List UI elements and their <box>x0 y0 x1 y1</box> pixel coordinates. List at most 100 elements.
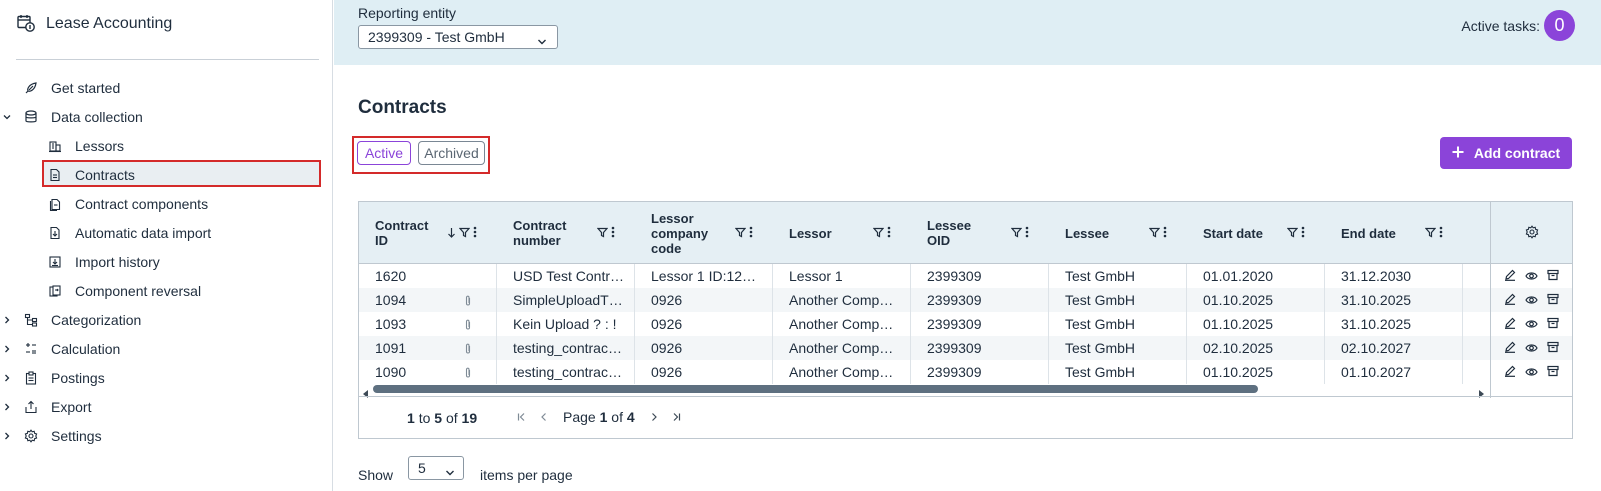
gear-icon[interactable] <box>1525 224 1539 242</box>
chevron-right-icon[interactable] <box>2 431 12 441</box>
view-icon[interactable] <box>1525 268 1538 284</box>
edit-icon[interactable] <box>1504 292 1516 308</box>
import-file-icon <box>47 225 63 241</box>
column-settings[interactable] <box>1491 202 1572 264</box>
sidebar-item-postings[interactable]: Postings <box>0 363 333 392</box>
filter-icon[interactable] <box>872 226 885 241</box>
sidebar-item-import-history[interactable]: Import history <box>0 247 333 276</box>
paperclip-icon <box>464 366 472 382</box>
sidebar-item-categorization[interactable]: Categorization <box>0 305 333 334</box>
app-title[interactable]: Lease Accounting <box>16 12 172 36</box>
first-page-icon[interactable] <box>517 409 527 425</box>
active-tasks[interactable]: Active tasks: 0 <box>1461 10 1575 41</box>
next-page-icon[interactable] <box>649 409 659 425</box>
items-per-page-label: items per page <box>480 467 573 483</box>
sidebar-item-calculation[interactable]: Calculation <box>0 334 333 363</box>
column-menu-icon[interactable] <box>749 226 753 241</box>
edit-icon[interactable] <box>1504 268 1516 284</box>
column-header-contract-id[interactable]: Contract ID <box>359 202 497 264</box>
column-menu-icon[interactable] <box>1025 226 1029 241</box>
sidebar-item-get-started[interactable]: Get started <box>0 73 333 102</box>
sidebar-item-contract-components[interactable]: Contract components <box>0 189 333 218</box>
paperclip-icon <box>464 342 472 358</box>
column-menu-icon[interactable] <box>887 226 891 241</box>
table-row[interactable]: 1093 Kein Upload ? : ! 0926 Another Comp… <box>359 312 1490 336</box>
chevron-down-icon <box>445 464 455 480</box>
edit-icon[interactable] <box>1504 364 1516 380</box>
document-icon <box>47 167 63 183</box>
page-size-select[interactable]: 5 <box>408 456 464 480</box>
column-menu-icon[interactable] <box>1163 226 1167 241</box>
row-actions <box>1491 360 1572 384</box>
add-contract-button[interactable]: Add contract <box>1440 137 1572 169</box>
filter-icon[interactable] <box>734 226 747 241</box>
reporting-entity-select[interactable]: 2399309 - Test GmbH <box>358 25 558 49</box>
last-page-icon[interactable] <box>671 409 681 425</box>
chevron-right-icon[interactable] <box>2 315 12 325</box>
edit-icon[interactable] <box>1504 316 1516 332</box>
chevron-right-icon[interactable] <box>2 373 12 383</box>
filter-active-chip[interactable]: Active <box>357 141 411 165</box>
column-header-lessee[interactable]: Lessee <box>1049 202 1187 264</box>
table-row[interactable]: 1091 testing_contrac… 0926 Another Comp…… <box>359 336 1490 360</box>
column-menu-icon[interactable] <box>1301 226 1305 241</box>
filter-icon[interactable] <box>1148 226 1161 241</box>
archive-icon[interactable] <box>1547 340 1559 356</box>
column-menu-icon[interactable] <box>1439 226 1443 241</box>
horizontal-scrollbar[interactable] <box>359 382 1490 398</box>
components-icon <box>47 196 63 212</box>
sidebar-item-contracts[interactable]: Contracts <box>0 160 333 189</box>
archive-icon[interactable] <box>1547 268 1559 284</box>
sidebar-nav: Get started Data collection Lessors Cont… <box>0 73 333 450</box>
column-header-end-date[interactable]: End date <box>1325 202 1463 264</box>
filter-icon[interactable] <box>596 226 609 241</box>
table-row[interactable]: 1094 SimpleUploadT… 0926 Another Comp… 2… <box>359 288 1490 312</box>
column-header-start-date[interactable]: Start date <box>1187 202 1325 264</box>
archive-icon[interactable] <box>1547 292 1559 308</box>
sidebar-item-lessors[interactable]: Lessors <box>0 131 333 160</box>
sidebar-item-component-reversal[interactable]: Component reversal <box>0 276 333 305</box>
view-icon[interactable] <box>1525 340 1538 356</box>
reversal-icon <box>47 283 63 299</box>
sidebar-item-data-collection[interactable]: Data collection <box>0 102 333 131</box>
row-actions <box>1491 312 1572 336</box>
add-contract-label: Add contract <box>1473 145 1561 161</box>
download-history-icon <box>47 254 63 270</box>
sort-desc-icon[interactable] <box>447 226 456 241</box>
column-menu-icon[interactable] <box>473 226 477 241</box>
row-actions <box>1491 336 1572 360</box>
sidebar-item-settings[interactable]: Settings <box>0 421 333 450</box>
database-icon <box>23 109 39 125</box>
filter-archived-chip[interactable]: Archived <box>418 141 485 165</box>
filter-icon[interactable] <box>1286 226 1299 241</box>
chevron-right-icon[interactable] <box>2 402 12 412</box>
scrollbar-thumb[interactable] <box>373 385 1258 393</box>
archive-icon[interactable] <box>1547 364 1559 380</box>
column-header-lessor[interactable]: Lessor <box>773 202 911 264</box>
chevron-down-icon <box>537 33 547 49</box>
edit-icon[interactable] <box>1504 340 1516 356</box>
column-header-contract-number[interactable]: Contract number <box>497 202 635 264</box>
sidebar-divider <box>16 59 319 60</box>
filter-icon[interactable] <box>1424 226 1437 241</box>
column-header-lessee-oid[interactable]: Lessee OID <box>911 202 1049 264</box>
view-icon[interactable] <box>1525 292 1538 308</box>
sidebar-item-export[interactable]: Export <box>0 392 333 421</box>
archive-icon[interactable] <box>1547 316 1559 332</box>
filter-icon[interactable] <box>458 226 471 241</box>
table-row[interactable]: 1090 testing_contrac… 0926 Another Comp…… <box>359 360 1490 384</box>
column-menu-icon[interactable] <box>611 226 615 241</box>
gear-icon <box>23 428 39 444</box>
sidebar-item-automatic-data-import[interactable]: Automatic data import <box>0 218 333 247</box>
previous-page-icon[interactable] <box>539 409 549 425</box>
chevron-right-icon[interactable] <box>2 344 12 354</box>
chevron-down-icon[interactable] <box>2 112 12 122</box>
page-size-value: 5 <box>418 460 426 476</box>
view-icon[interactable] <box>1525 316 1538 332</box>
column-header-lessor-company-code[interactable]: Lessor company code <box>635 202 773 264</box>
active-tasks-badge[interactable]: 0 <box>1544 10 1575 41</box>
table-row[interactable]: 1620 USD Test Contr… Lessor 1 ID:12… Les… <box>359 264 1490 288</box>
view-icon[interactable] <box>1525 364 1538 380</box>
contracts-table: Contract ID Contract number Lessor compa… <box>358 201 1573 439</box>
filter-icon[interactable] <box>1010 226 1023 241</box>
